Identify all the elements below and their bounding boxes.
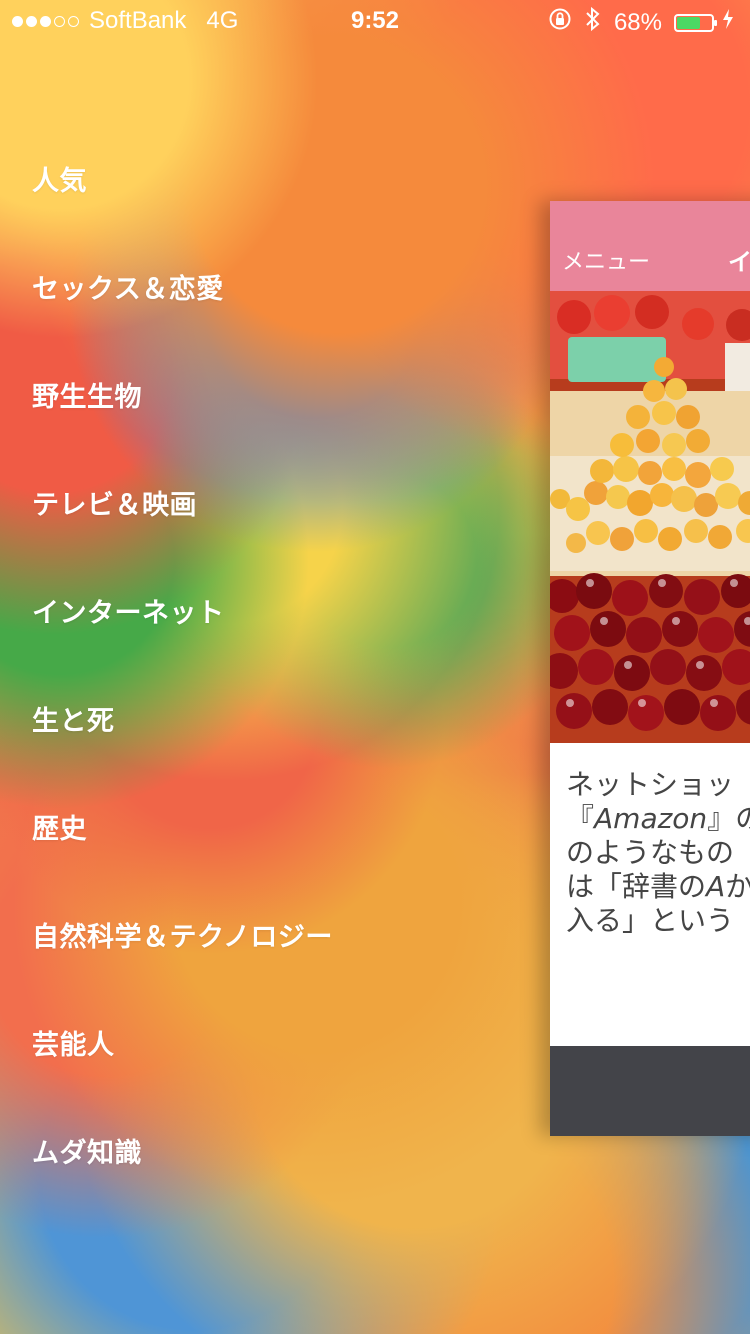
page-title: イ (728, 248, 750, 276)
bluetooth-icon (584, 6, 602, 39)
menu-item-label: 野生生物 (32, 382, 142, 413)
battery-percent: 68% (613, 8, 662, 36)
excerpt-text: のようなもの (566, 836, 735, 869)
excerpt-text: A (706, 870, 726, 903)
menu-item-sex-love[interactable]: セックス＆恋愛 (32, 270, 502, 378)
status-right: 68% (548, 6, 734, 39)
excerpt-text: 入る」という (566, 904, 735, 937)
menu-item-science-tech[interactable]: 自然科学＆テクノロジー (32, 918, 502, 1026)
excerpt-text: は「辞書の (566, 870, 707, 903)
menu-item-label: 歴史 (32, 814, 87, 845)
excerpt-text: Amazon (594, 802, 708, 835)
menu-item-label: 生と死 (32, 706, 115, 737)
menu-item-wildlife[interactable]: 野生生物 (32, 378, 502, 486)
menu-item-trivia[interactable]: ムダ知識 (32, 1134, 502, 1242)
excerpt-text: 『 (566, 802, 595, 835)
excerpt-line: のようなもの (566, 836, 750, 870)
menu-item-label: ムダ知識 (32, 1138, 142, 1169)
excerpt-line: 『Amazon』の (566, 802, 750, 836)
battery-icon (674, 13, 717, 32)
menu-item-celebrities[interactable]: 芸能人 (32, 1026, 502, 1134)
orientation-lock-icon (548, 7, 572, 38)
excerpt-line: 入る」という (566, 904, 750, 938)
article-excerpt: ネットショッ 『Amazon』の のようなもの は「辞書のAか 入る」という (566, 768, 750, 938)
preview-header: メニュー イ (550, 201, 750, 291)
menu-item-life-death[interactable]: 生と死 (32, 702, 502, 810)
menu-item-label: セックス＆恋愛 (32, 274, 224, 305)
excerpt-line: ネットショッ (566, 768, 750, 802)
menu-item-popular[interactable]: 人気 (32, 162, 502, 270)
menu-item-label: 芸能人 (32, 1030, 115, 1061)
menu-item-label: 人気 (32, 166, 87, 197)
excerpt-text: ネットショッ (566, 768, 735, 801)
article-image (550, 291, 750, 743)
excerpt-line: は「辞書のAか (566, 870, 750, 904)
menu-item-internet[interactable]: インターネット (32, 594, 502, 702)
status-bar: SoftBank 4G 9:52 68% (0, 0, 750, 40)
menu-item-label: 自然科学＆テクノロジー (32, 922, 333, 953)
battery-fill (677, 16, 701, 29)
charging-icon (722, 8, 734, 37)
preview-footer (550, 1046, 750, 1136)
main-view-preview[interactable]: メニュー イ ネットショッ 『Amazon』の のようなもの は「辞書のAか 入… (550, 201, 750, 1136)
menu-item-tv-movies[interactable]: テレビ＆映画 (32, 486, 502, 594)
excerpt-text: か (725, 870, 750, 903)
menu-item-label: インターネット (32, 598, 225, 629)
side-menu: 人気 セックス＆恋愛 野生生物 テレビ＆映画 インターネット 生と死 歴史 自然… (32, 162, 502, 1242)
excerpt-text: 』の (707, 802, 750, 835)
menu-item-history[interactable]: 歴史 (32, 810, 502, 918)
menu-button[interactable]: メニュー (562, 244, 650, 276)
menu-item-label: テレビ＆映画 (32, 490, 197, 521)
